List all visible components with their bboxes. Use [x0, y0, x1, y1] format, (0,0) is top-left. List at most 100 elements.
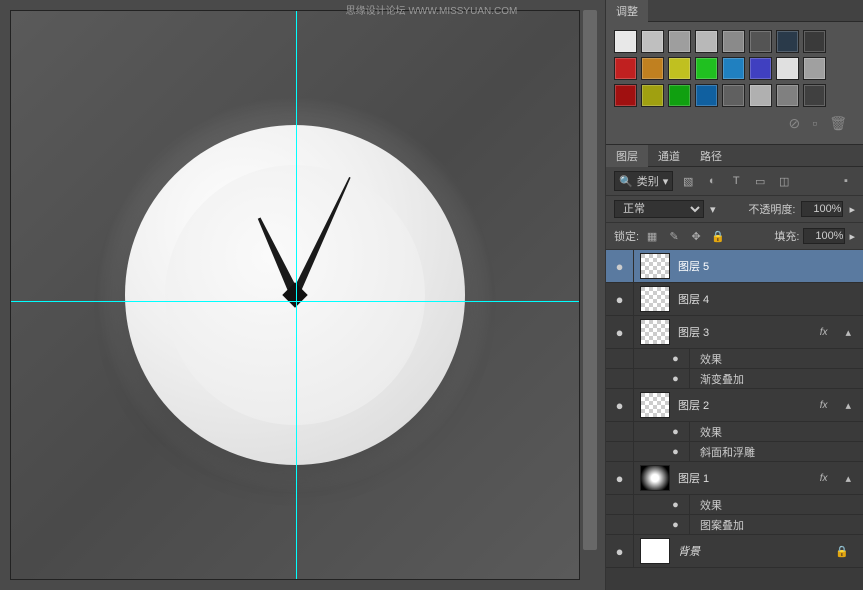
- layer-thumbnail[interactable]: [640, 538, 670, 564]
- visibility-eye-icon[interactable]: ●: [662, 369, 690, 388]
- visibility-eye-icon[interactable]: ●: [662, 495, 690, 514]
- visibility-eye-icon[interactable]: ●: [606, 462, 634, 494]
- swatch[interactable]: [803, 30, 826, 53]
- filter-shape-icon[interactable]: ▭: [751, 172, 769, 190]
- swatch-trash-icon[interactable]: 🗑: [829, 115, 847, 132]
- swatch[interactable]: [614, 30, 637, 53]
- effect-name: 斜面和浮雕: [700, 444, 755, 460]
- filter-smart-icon[interactable]: ◫: [775, 172, 793, 190]
- swatch[interactable]: [614, 84, 637, 107]
- filter-pixel-icon[interactable]: ▧: [679, 172, 697, 190]
- swatch[interactable]: [776, 30, 799, 53]
- visibility-eye-icon[interactable]: ●: [606, 316, 634, 348]
- visibility-eye-icon[interactable]: ●: [606, 389, 634, 421]
- layer-thumbnail[interactable]: [640, 319, 670, 345]
- effect-name: 效果: [700, 497, 722, 513]
- fx-collapse-icon[interactable]: ▴: [839, 326, 857, 339]
- blend-mode-select[interactable]: 正常: [614, 200, 704, 218]
- swatch[interactable]: [776, 57, 799, 80]
- fx-badge[interactable]: fx: [820, 400, 832, 411]
- visibility-eye-icon[interactable]: ●: [606, 250, 634, 282]
- watermark-text: 思缘设计论坛 WWW.MISSYUAN.COM: [346, 2, 518, 17]
- layer-name: 图层 4: [678, 291, 857, 307]
- filter-adjust-icon[interactable]: ◐: [703, 172, 721, 190]
- visibility-eye-icon[interactable]: ●: [662, 442, 690, 461]
- fill-input[interactable]: [803, 228, 845, 244]
- guide-horizontal[interactable]: [11, 301, 579, 302]
- effect-name: 效果: [700, 351, 722, 367]
- swatch-new-icon[interactable]: ▫: [812, 115, 817, 132]
- lock-trans-icon[interactable]: ▦: [643, 227, 661, 245]
- swatch[interactable]: [668, 84, 691, 107]
- layer-name: 图层 3: [678, 324, 812, 340]
- swatch[interactable]: [614, 57, 637, 80]
- visibility-eye-icon[interactable]: ●: [662, 515, 690, 534]
- layer-effect-row[interactable]: ● 渐变叠加: [606, 369, 863, 389]
- layer-name: 图层 5: [678, 258, 857, 274]
- layer-row[interactable]: ● 图层 2 fx▴: [606, 389, 863, 422]
- swatch[interactable]: [722, 57, 745, 80]
- visibility-eye-icon[interactable]: ●: [662, 422, 690, 441]
- swatch[interactable]: [641, 30, 664, 53]
- swatch[interactable]: [803, 57, 826, 80]
- fx-collapse-icon[interactable]: ▴: [839, 399, 857, 412]
- swatch[interactable]: [722, 30, 745, 53]
- scrubby-icon[interactable]: ▸: [849, 203, 855, 216]
- swatch[interactable]: [641, 57, 664, 80]
- swatch[interactable]: [749, 57, 772, 80]
- layer-effect-row[interactable]: ● 效果: [606, 349, 863, 369]
- tab-channels[interactable]: 通道: [648, 145, 690, 167]
- layer-thumbnail[interactable]: [640, 465, 670, 491]
- layer-thumbnail[interactable]: [640, 392, 670, 418]
- tab-paths[interactable]: 路径: [690, 145, 732, 167]
- lock-all-icon[interactable]: 🔒: [709, 227, 727, 245]
- visibility-eye-icon[interactable]: ●: [662, 349, 690, 368]
- layer-row[interactable]: ● 背景 🔒: [606, 535, 863, 568]
- swatch-noentry-icon[interactable]: ⊘: [789, 115, 801, 132]
- layer-name: 图层 1: [678, 470, 812, 486]
- adjustments-tabs: 调整: [606, 0, 863, 22]
- filter-type-icon[interactable]: T: [727, 172, 745, 190]
- swatch[interactable]: [695, 84, 718, 107]
- swatch[interactable]: [749, 30, 772, 53]
- swatch[interactable]: [668, 30, 691, 53]
- visibility-eye-icon[interactable]: ●: [606, 283, 634, 315]
- canvas-scrollbar[interactable]: [583, 10, 597, 550]
- layer-effect-row[interactable]: ● 斜面和浮雕: [606, 442, 863, 462]
- swatch[interactable]: [776, 84, 799, 107]
- swatch[interactable]: [695, 57, 718, 80]
- lock-move-icon[interactable]: ✥: [687, 227, 705, 245]
- tab-adjustments[interactable]: 调整: [606, 0, 648, 22]
- swatch[interactable]: [695, 30, 718, 53]
- tab-layers[interactable]: 图层: [606, 145, 648, 167]
- swatch[interactable]: [641, 84, 664, 107]
- swatch[interactable]: [803, 84, 826, 107]
- fx-badge[interactable]: fx: [820, 327, 832, 338]
- document-canvas[interactable]: [10, 10, 580, 580]
- layer-row[interactable]: ● 图层 3 fx ▴: [606, 316, 863, 349]
- layer-thumbnail[interactable]: [640, 286, 670, 312]
- swatch[interactable]: [722, 84, 745, 107]
- effect-name: 图案叠加: [700, 517, 744, 533]
- layer-filter-type[interactable]: 🔍 类别 ▾: [614, 171, 673, 191]
- lock-paint-icon[interactable]: ✎: [665, 227, 683, 245]
- guide-vertical[interactable]: [296, 11, 297, 579]
- swatch[interactable]: [749, 84, 772, 107]
- swatches-panel: ⊘ ▫ 🗑: [606, 22, 863, 144]
- swatch[interactable]: [668, 57, 691, 80]
- filter-toggle[interactable]: ▪: [837, 172, 855, 190]
- layer-row[interactable]: ● 图层 5: [606, 250, 863, 283]
- layer-thumbnail[interactable]: [640, 253, 670, 279]
- fx-collapse-icon[interactable]: ▴: [839, 472, 857, 485]
- layer-effect-row[interactable]: ● 效果: [606, 422, 863, 442]
- opacity-input[interactable]: [801, 201, 843, 217]
- layer-row[interactable]: ● 图层 4: [606, 283, 863, 316]
- fx-badge[interactable]: fx: [820, 473, 832, 484]
- visibility-eye-icon[interactable]: ●: [606, 535, 634, 567]
- layer-effect-row[interactable]: ● 效果: [606, 495, 863, 515]
- scrubby-icon[interactable]: ▸: [849, 230, 855, 243]
- layer-row[interactable]: ● 图层 1 fx ▴: [606, 462, 863, 495]
- fill-label: 填充:: [774, 228, 799, 244]
- layer-effect-row[interactable]: ● 图案叠加: [606, 515, 863, 535]
- clock-artwork: [125, 125, 465, 465]
